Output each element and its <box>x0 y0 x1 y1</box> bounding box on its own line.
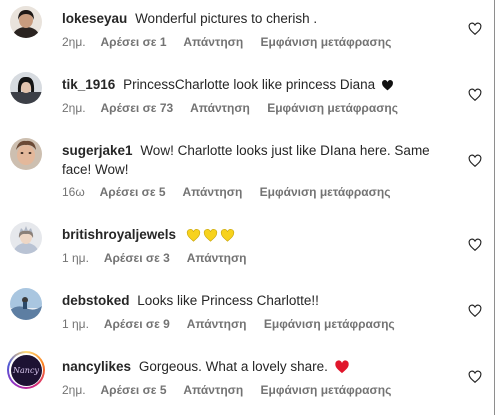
likes-count[interactable]: Αρέσει σε 5 <box>101 383 167 397</box>
avatar[interactable] <box>10 6 42 38</box>
like-heart-icon[interactable] <box>468 22 482 36</box>
comment-text: PrincessCharlotte look like princess Dia… <box>123 77 376 92</box>
comment-meta: 16ω Αρέσει σε 5 Απάντηση Εμφάνιση μετάφρ… <box>62 185 404 199</box>
comment-meta: 2ημ. Αρέσει σε 73 Απάντηση Εμφάνιση μετά… <box>62 101 412 115</box>
comment-time[interactable]: 2ημ. <box>62 35 86 49</box>
comment-body: nancylikes Gorgeous. What a lovely share… <box>62 357 442 379</box>
likes-count[interactable]: Αρέσει σε 9 <box>104 317 170 331</box>
comment-body: britishroyaljewels <box>62 225 442 247</box>
red-heart-icon <box>334 359 350 379</box>
reply-button[interactable]: Απάντηση <box>190 101 250 115</box>
comment-username[interactable]: sugerjake1 <box>62 143 133 158</box>
comment-item: debstoked Looks like Princess Charlotte!… <box>0 288 494 348</box>
avatar-image <box>10 222 42 254</box>
comment-meta: 2ημ. Αρέσει σε 5 Απάντηση Εμφάνιση μετάφ… <box>62 383 405 397</box>
avatar-image <box>10 138 42 170</box>
avatar[interactable] <box>10 288 42 320</box>
see-translation-button[interactable]: Εμφάνιση μετάφρασης <box>260 185 391 199</box>
likes-count[interactable]: Αρέσει σε 1 <box>101 35 167 49</box>
comment-time[interactable]: 1 ημ. <box>62 251 89 265</box>
avatar-image: Nancy <box>10 354 42 386</box>
avatar[interactable] <box>10 138 42 170</box>
likes-count[interactable]: Αρέσει σε 3 <box>104 251 170 265</box>
comment-meta: 1 ημ. Αρέσει σε 9 Απάντηση Εμφάνιση μετά… <box>62 317 409 331</box>
yellow-heart-icon <box>203 228 218 247</box>
comment-username[interactable]: debstoked <box>62 293 130 308</box>
comment-meta: 2ημ. Αρέσει σε 1 Απάντηση Εμφάνιση μετάφ… <box>62 35 405 49</box>
like-heart-icon[interactable] <box>468 88 482 102</box>
comment-time[interactable]: 16ω <box>62 185 85 199</box>
comment-text: Gorgeous. What a lovely share. <box>138 359 328 374</box>
reply-button[interactable]: Απάντηση <box>183 185 243 199</box>
likes-count[interactable]: Αρέσει σε 5 <box>100 185 166 199</box>
comment-meta: 1 ημ. Αρέσει σε 3 Απάντηση <box>62 251 261 265</box>
comment-username[interactable]: britishroyaljewels <box>62 227 176 242</box>
avatar-image <box>10 6 42 38</box>
yellow-heart-icon <box>186 228 201 247</box>
comment-username[interactable]: lokeseyau <box>62 11 127 26</box>
comment-time[interactable]: 2ημ. <box>62 383 86 397</box>
reply-button[interactable]: Απάντηση <box>183 35 243 49</box>
see-translation-button[interactable]: Εμφάνιση μετάφρασης <box>267 101 398 115</box>
comment-text: Wonderful pictures to cherish . <box>135 11 318 26</box>
comment-username[interactable]: nancylikes <box>62 359 131 374</box>
likes-count[interactable]: Αρέσει σε 73 <box>101 101 174 115</box>
avatar[interactable] <box>10 222 42 254</box>
see-translation-button[interactable]: Εμφάνιση μετάφρασης <box>261 383 392 397</box>
see-translation-button[interactable]: Εμφάνιση μετάφρασης <box>264 317 395 331</box>
reply-button[interactable]: Απάντηση <box>187 317 247 331</box>
comment-body: lokeseyau Wonderful pictures to cherish … <box>62 9 442 28</box>
avatar[interactable] <box>10 72 42 104</box>
comment-item: Nancy nancylikes Gorgeous. What a lovely… <box>0 351 494 414</box>
yellow-heart-icon <box>220 228 235 247</box>
comment-username[interactable]: tik_1916 <box>62 77 115 92</box>
comment-item: lokeseyau Wonderful pictures to cherish … <box>0 6 494 66</box>
reply-button[interactable]: Απάντηση <box>183 383 243 397</box>
comment-text: Looks like Princess Charlotte!! <box>137 293 319 308</box>
like-heart-icon[interactable] <box>468 370 482 384</box>
comment-body: tik_1916 PrincessCharlotte look like pri… <box>62 75 442 97</box>
like-heart-icon[interactable] <box>468 154 482 168</box>
comment-item: tik_1916 PrincessCharlotte look like pri… <box>0 72 494 132</box>
see-translation-button[interactable]: Εμφάνιση μετάφρασης <box>261 35 392 49</box>
comment-item: sugerjake1 Wow! Charlotte looks just lik… <box>0 138 494 202</box>
like-heart-icon[interactable] <box>468 238 482 252</box>
avatar-image <box>10 72 42 104</box>
comment-time[interactable]: 2ημ. <box>62 101 86 115</box>
comment-item: britishroyaljewels 1 ημ. Αρέσει σε 3 Απά… <box>0 222 494 282</box>
black-heart-icon <box>381 78 394 97</box>
comment-body: sugerjake1 Wow! Charlotte looks just lik… <box>62 141 442 179</box>
reply-button[interactable]: Απάντηση <box>187 251 247 265</box>
avatar-image <box>10 288 42 320</box>
avatar: Nancy <box>9 353 43 387</box>
avatar-story-ring[interactable]: Nancy <box>7 351 45 389</box>
comment-time[interactable]: 1 ημ. <box>62 317 89 331</box>
like-heart-icon[interactable] <box>468 304 482 318</box>
comment-body: debstoked Looks like Princess Charlotte!… <box>62 291 442 310</box>
